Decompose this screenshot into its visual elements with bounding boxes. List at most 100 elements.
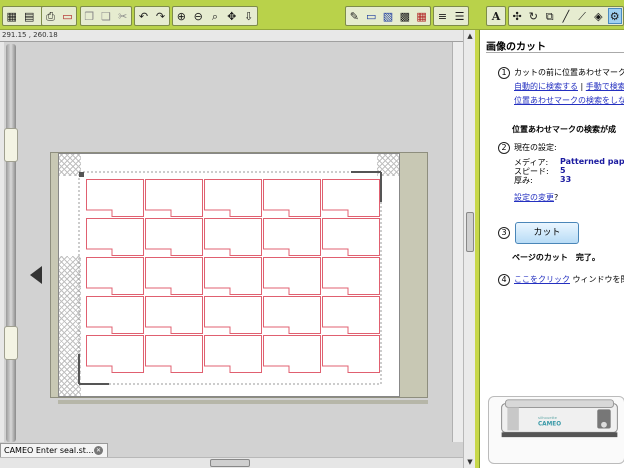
cut-label-shape[interactable] xyxy=(322,296,380,334)
image-icon[interactable]: ▩ xyxy=(397,8,412,24)
change-settings-help: ? xyxy=(554,193,559,202)
scissors-icon[interactable]: ✂ xyxy=(115,8,130,24)
manual-search-link[interactable]: 手動で検索 xyxy=(586,82,624,91)
cut-label-shape[interactable] xyxy=(263,296,321,334)
cut-label-shape[interactable] xyxy=(145,218,203,256)
cut-grid xyxy=(86,179,382,374)
cut-label-shape[interactable] xyxy=(204,257,262,295)
zoom-area-icon[interactable]: ⌕ xyxy=(208,8,223,24)
vertical-scroll-thumb[interactable] xyxy=(466,212,474,252)
toolbar-print-group: ⎙ ▭ xyxy=(41,6,77,26)
toolbar-zoom-group: ⊕ ⊖ ⌕ ✥ ⇩ xyxy=(172,6,258,26)
cut-label-shape[interactable] xyxy=(204,335,262,373)
step-1-number: 1 xyxy=(498,67,510,79)
document-tab-label: CAMEO Enter seal.st... xyxy=(4,446,94,455)
cut-label-shape[interactable] xyxy=(204,296,262,334)
grid-icon[interactable]: ▦ xyxy=(4,8,20,24)
link-separator: | xyxy=(580,82,584,91)
registration-status: 位置あわせマークの検索が成 xyxy=(512,125,616,134)
cut-label-shape[interactable] xyxy=(263,218,321,256)
cut-label-shape[interactable] xyxy=(322,257,380,295)
redo-icon[interactable]: ↷ xyxy=(153,8,168,24)
ruler-top: 291.15 , 260.18 xyxy=(0,30,463,42)
copy-icon[interactable]: ❐ xyxy=(82,8,97,24)
undo-icon[interactable]: ↶ xyxy=(136,8,151,24)
cut-button[interactable]: カット xyxy=(515,222,579,244)
scroll-up-icon[interactable]: ▲ xyxy=(465,31,475,41)
cut-status: ページのカット 完了。 xyxy=(512,253,600,262)
horizontal-scroll-thumb[interactable] xyxy=(210,459,250,467)
toolbar-style-group: ✎ ▭ ▧ ▩ ▦ xyxy=(345,6,431,26)
current-settings-label: 現在の設定: xyxy=(514,143,557,152)
line-weight-icon[interactable]: ☰ xyxy=(452,8,467,24)
rotate-icon[interactable]: ↻ xyxy=(526,8,540,24)
toolbar-text-group: A xyxy=(486,6,506,26)
step-2-number: 2 xyxy=(498,142,510,154)
cut-label-shape[interactable] xyxy=(145,335,203,373)
machine-maker-label: silhouette xyxy=(538,415,558,420)
mat-shadow xyxy=(58,400,428,404)
cut-label-shape[interactable] xyxy=(145,179,203,217)
drag-icon[interactable]: ✥ xyxy=(224,8,239,24)
eraser-icon[interactable]: ◈ xyxy=(591,8,605,24)
zoom-out-icon[interactable]: ⊖ xyxy=(191,8,206,24)
cut-label-shape[interactable] xyxy=(145,257,203,295)
speed-value: 5 xyxy=(560,166,566,175)
step-4-row: ここをクリック ウィンドウを閉じる xyxy=(514,274,624,285)
cut-label-shape[interactable] xyxy=(145,296,203,334)
document-tab[interactable]: CAMEO Enter seal.st... ✕ xyxy=(0,443,108,457)
cut-label-shape[interactable] xyxy=(86,218,144,256)
design-canvas[interactable]: 291.15 , 260.18 ▲ ▼ xyxy=(0,30,475,468)
thickness-value: 33 xyxy=(560,175,572,184)
horizontal-scrollbar[interactable] xyxy=(0,457,463,468)
knife-icon[interactable]: ⟋ xyxy=(575,8,589,24)
paste-icon[interactable]: ❏ xyxy=(99,8,114,24)
cut-label-shape[interactable] xyxy=(322,335,380,373)
trace-icon[interactable]: ⚙ xyxy=(607,8,622,24)
click-here-link[interactable]: ここをクリック xyxy=(514,275,570,284)
fit-to-page-icon[interactable]: ⇩ xyxy=(241,8,256,24)
cut-label-shape[interactable] xyxy=(263,179,321,217)
cut-label-shape[interactable] xyxy=(322,218,380,256)
step-3-number: 3 xyxy=(498,227,510,239)
cut-label-shape[interactable] xyxy=(263,335,321,373)
replicate-icon[interactable]: ⧉ xyxy=(543,8,557,24)
edit-points-icon[interactable]: ╱ xyxy=(559,8,573,24)
folder-open-icon[interactable]: ▤ xyxy=(22,8,38,24)
scroll-down-icon[interactable]: ▼ xyxy=(465,457,475,467)
zoom-in-icon[interactable]: ⊕ xyxy=(174,8,189,24)
thickness-label: 厚み: xyxy=(514,176,533,185)
coordinate-readout: 291.15 , 260.18 xyxy=(2,31,58,39)
panel-title-divider xyxy=(486,52,624,53)
panel-title: 画像のカット xyxy=(486,42,546,53)
ruler-right xyxy=(452,42,463,442)
feed-arrow-icon xyxy=(30,266,42,284)
toolbar-undo-group: ↶ ↷ xyxy=(134,6,170,26)
line-color-icon[interactable]: ▭ xyxy=(364,8,379,24)
cut-label-shape[interactable] xyxy=(86,179,144,217)
cut-label-shape[interactable] xyxy=(86,296,144,334)
cut-label-shape[interactable] xyxy=(86,257,144,295)
cut-label-shape[interactable] xyxy=(86,335,144,373)
auto-search-link[interactable]: 自動的に検索する xyxy=(514,82,578,91)
cut-icon[interactable]: ▭ xyxy=(60,8,75,24)
cut-label-shape[interactable] xyxy=(204,179,262,217)
line-style-icon[interactable]: ≡ xyxy=(435,8,450,24)
move-icon[interactable]: ✣ xyxy=(510,8,524,24)
cut-label-shape[interactable] xyxy=(322,179,380,217)
toolbar-clipboard-group: ❐ ❏ ✂ xyxy=(80,6,132,26)
pattern-icon[interactable]: ▦ xyxy=(414,8,429,24)
cut-label-shape[interactable] xyxy=(204,218,262,256)
printer-icon[interactable]: ⎙ xyxy=(43,8,58,24)
shadow-icon[interactable]: ▧ xyxy=(381,8,396,24)
close-icon[interactable]: ✕ xyxy=(94,446,103,455)
ruler-left xyxy=(0,42,4,442)
no-search-link[interactable]: 位置あわせマークの検索をしない xyxy=(514,95,624,106)
text-icon[interactable]: A xyxy=(488,8,504,24)
media-value: Patterned paper xyxy=(560,157,624,166)
cut-label-shape[interactable] xyxy=(263,257,321,295)
roller-bottom xyxy=(4,326,18,360)
fill-color-icon[interactable]: ✎ xyxy=(347,8,362,24)
change-settings-link[interactable]: 設定の変更 xyxy=(514,193,554,202)
vertical-scrollbar[interactable]: ▲ ▼ xyxy=(463,30,475,468)
